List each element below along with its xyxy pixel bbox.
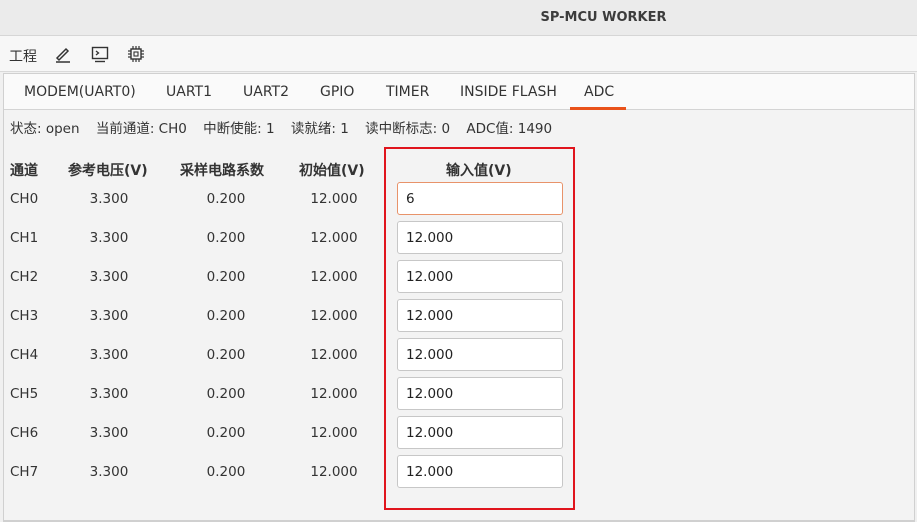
row-initial: 12.000 [310, 347, 358, 363]
status-channel: 当前通道: CH0 [95, 121, 187, 137]
row-coefficient: 0.200 [206, 347, 246, 363]
row-coefficient: 0.200 [206, 191, 246, 207]
status-adc-value: ADC值: 1490 [466, 121, 553, 137]
row-ref-voltage: 3.300 [89, 230, 129, 246]
row-initial: 12.000 [310, 386, 358, 402]
chip-icon [128, 46, 144, 62]
status-interrupt: 中断使能: 1 [203, 121, 275, 137]
row-initial: 12.000 [310, 230, 358, 246]
tab-modem-uart0[interactable]: MODEM(UART0) [24, 84, 136, 100]
row-initial: 12.000 [310, 464, 358, 480]
row-channel: CH0 [10, 191, 39, 207]
input-value-field[interactable] [397, 182, 563, 215]
tab-gpio[interactable]: GPIO [320, 84, 354, 100]
row-coefficient: 0.200 [206, 230, 246, 246]
header-channel: 通道 [10, 163, 38, 179]
row-ref-voltage: 3.300 [89, 308, 129, 324]
row-coefficient: 0.200 [206, 425, 246, 441]
row-channel: CH7 [10, 464, 39, 480]
input-value-field[interactable] [397, 221, 563, 254]
input-value-field[interactable] [397, 338, 563, 371]
input-value-field[interactable] [397, 377, 563, 410]
row-ref-voltage: 3.300 [89, 269, 129, 285]
tab-adc[interactable]: ADC [584, 84, 614, 100]
status-int-flag: 读中断标志: 0 [365, 121, 451, 137]
tab-timer[interactable]: TIMER [386, 84, 429, 100]
row-coefficient: 0.200 [206, 464, 246, 480]
row-ref-voltage: 3.300 [89, 386, 129, 402]
header-initial: 初始值(V) [299, 163, 365, 179]
status-line: 状态: open 当前通道: CH0 中断使能: 1 读就绪: 1 读中断标志:… [10, 117, 564, 137]
adc-panel: MODEM(UART0) UART1 UART2 GPIO TIMER INSI… [3, 73, 915, 522]
terminal-button[interactable] [89, 43, 111, 65]
row-channel: CH3 [10, 308, 39, 324]
row-initial: 12.000 [310, 425, 358, 441]
input-value-field[interactable] [397, 299, 563, 332]
row-initial: 12.000 [310, 308, 358, 324]
row-channel: CH1 [10, 230, 39, 246]
row-channel: CH4 [10, 347, 39, 363]
row-ref-voltage: 3.300 [89, 425, 129, 441]
panel-bottom-border [4, 520, 914, 521]
header-coefficient: 采样电路系数 [180, 163, 264, 179]
row-coefficient: 0.200 [206, 269, 246, 285]
input-value-field[interactable] [397, 455, 563, 488]
pencil-icon [55, 47, 70, 63]
edit-button[interactable] [52, 43, 74, 65]
row-channel: CH5 [10, 386, 39, 402]
tab-uart2[interactable]: UART2 [243, 84, 289, 100]
chip-button[interactable] [125, 43, 147, 65]
row-initial: 12.000 [310, 269, 358, 285]
row-channel: CH2 [10, 269, 39, 285]
terminal-icon [91, 46, 109, 63]
row-coefficient: 0.200 [206, 386, 246, 402]
input-value-field[interactable] [397, 260, 563, 293]
row-coefficient: 0.200 [206, 308, 246, 324]
tab-uart1[interactable]: UART1 [166, 84, 212, 100]
row-ref-voltage: 3.300 [89, 464, 129, 480]
row-initial: 12.000 [310, 191, 358, 207]
active-tab-indicator [570, 107, 626, 110]
status-ready: 读就绪: 1 [290, 121, 349, 137]
tab-bar: MODEM(UART0) UART1 UART2 GPIO TIMER INSI… [4, 74, 914, 110]
menu-project[interactable]: 工程 [9, 46, 37, 66]
row-ref-voltage: 3.300 [89, 347, 129, 363]
window-title: SP-MCU WORKER [540, 10, 667, 25]
status-state: 状态: open [10, 121, 80, 137]
tab-inside-flash[interactable]: INSIDE FLASH [460, 84, 557, 100]
title-bar: SP-MCU WORKER [0, 0, 917, 36]
row-channel: CH6 [10, 425, 39, 441]
row-ref-voltage: 3.300 [89, 191, 129, 207]
toolbar: 工程 [0, 36, 917, 72]
header-ref-voltage: 参考电压(V) [68, 163, 148, 179]
input-value-field[interactable] [397, 416, 563, 449]
